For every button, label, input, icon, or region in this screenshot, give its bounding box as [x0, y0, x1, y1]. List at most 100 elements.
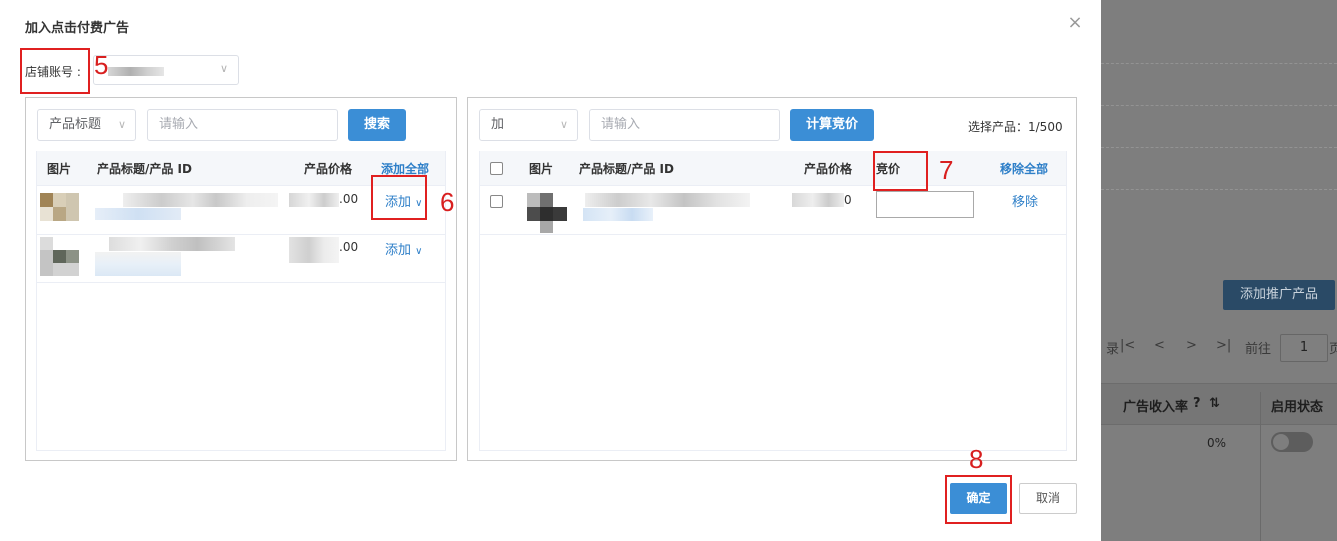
product-image [53, 250, 66, 263]
goto-page-input[interactable]: 1 [1280, 334, 1328, 362]
background-table-header: 广告收入率 ? ⇅ 启用状态 [1101, 383, 1337, 425]
product-image [66, 193, 79, 221]
background-column-separator [1260, 392, 1261, 541]
shop-account-label: 店铺账号 : [25, 65, 81, 79]
close-icon[interactable]: × [1064, 12, 1086, 34]
add-ppc-dialog: 加入点击付费广告 × 店铺账号 : ∨ 产品标题 ∨ 请输入 搜索 图片 产品标… [0, 0, 1101, 541]
annotation-number-8: 8 [969, 444, 984, 474]
product-id-blurred [95, 208, 181, 220]
search-button[interactable]: 搜索 [348, 109, 406, 141]
product-price-blurred [792, 193, 844, 207]
product-image [527, 193, 540, 207]
add-label: 添加 [385, 243, 412, 258]
product-price: .00 [339, 240, 359, 254]
product-search-panel: 产品标题 ∨ 请输入 搜索 图片 产品标题/产品 ID 产品价格 添加全部 .0… [25, 97, 457, 461]
product-price-blurred [289, 193, 339, 207]
product-price: 0 [844, 193, 852, 207]
sort-icon[interactable]: ⇅ [1209, 396, 1220, 411]
col-title: 产品标题/产品 ID [97, 162, 192, 176]
selected-count: 选择产品：1/500 [968, 120, 1063, 134]
chevron-down-icon: ∨ [219, 62, 228, 75]
add-promo-product-button[interactable]: 添加推广产品 [1223, 280, 1335, 310]
selected-table: 图片 产品标题/产品 ID 产品价格 竞价 移除全部 0 移除 [479, 151, 1067, 451]
add-all-button[interactable]: 添加全部 [381, 160, 429, 177]
chevron-down-icon: ∨ [415, 246, 423, 257]
table-row: .00 添加 ∨ [37, 234, 445, 283]
enable-toggle[interactable] [1271, 432, 1313, 452]
product-image [540, 207, 553, 221]
next-page-icon[interactable]: > [1186, 338, 1197, 353]
cancel-button[interactable]: 取消 [1019, 483, 1077, 514]
goto-label: 前往 [1245, 342, 1272, 357]
product-image [540, 221, 553, 233]
chevron-down-icon: ∨ [117, 118, 126, 131]
product-price-blurred [289, 237, 339, 263]
shop-account-value [108, 67, 164, 76]
first-page-icon[interactable]: |< [1120, 338, 1135, 353]
background-content [1101, 0, 1337, 541]
calculate-bid-button[interactable]: 计算竞价 [790, 109, 874, 141]
product-image [66, 250, 79, 263]
bid-operator-value: 加 [491, 117, 505, 132]
product-table: 图片 产品标题/产品 ID 产品价格 添加全部 .00 添加 ∨ .00 添加 … [36, 151, 446, 451]
background-divider [1101, 189, 1337, 190]
table-header: 图片 产品标题/产品 ID 产品价格 添加全部 [37, 151, 445, 186]
product-price: .00 [339, 192, 359, 206]
background-divider [1101, 147, 1337, 148]
prev-page-icon[interactable]: < [1154, 338, 1165, 353]
col-price: 产品价格 [804, 162, 853, 176]
chevron-down-icon: ∨ [559, 118, 568, 131]
product-image [527, 207, 540, 221]
select-all-checkbox[interactable] [490, 162, 503, 175]
shop-account-select[interactable]: ∨ [93, 55, 239, 85]
product-image [40, 237, 53, 250]
bid-operator-select[interactable]: 加 ∨ [479, 109, 578, 141]
table-row: 0 移除 [480, 186, 1066, 235]
annotation-number-6: 6 [440, 187, 455, 217]
product-title-blurred [585, 193, 750, 207]
page-suffix: 页 [1329, 342, 1337, 357]
bid-input[interactable] [876, 191, 974, 218]
product-image [53, 207, 66, 221]
search-input[interactable]: 请输入 [147, 109, 338, 141]
product-title-blurred [109, 237, 235, 251]
search-field-value: 产品标题 [49, 117, 102, 132]
chevron-down-icon: ∨ [415, 198, 423, 209]
product-image [40, 207, 53, 221]
add-product-link[interactable]: 添加 ∨ [385, 239, 422, 258]
product-image [553, 207, 567, 221]
product-image [40, 250, 53, 276]
product-image [53, 263, 79, 276]
remove-product-link[interactable]: 移除 [1012, 191, 1038, 210]
row-checkbox[interactable] [490, 195, 503, 208]
col-image: 图片 [529, 162, 554, 176]
background-divider [1101, 105, 1337, 106]
add-product-link[interactable]: 添加 ∨ [385, 191, 422, 210]
product-id-blurred [583, 208, 653, 221]
search-field-select[interactable]: 产品标题 ∨ [37, 109, 136, 141]
col-bid: 竞价 [876, 162, 901, 176]
col-enable-status: 启用状态 [1271, 400, 1324, 415]
annotation-number-5: 5 [94, 50, 109, 80]
ad-revenue-value: 0% [1207, 436, 1227, 450]
table-header: 图片 产品标题/产品 ID 产品价格 竞价 移除全部 [480, 151, 1066, 186]
product-title-blurred [123, 193, 278, 207]
confirm-button[interactable]: 确定 [950, 483, 1007, 514]
product-image [540, 193, 553, 207]
table-row: .00 添加 ∨ [37, 186, 445, 235]
col-price: 产品价格 [304, 162, 353, 176]
help-icon: ? [1193, 396, 1201, 411]
pagination: 录 |< < > >| 前往 1 页 [1106, 334, 1337, 362]
col-image: 图片 [47, 162, 72, 176]
add-label: 添加 [385, 195, 412, 210]
last-page-icon[interactable]: >| [1216, 338, 1231, 353]
col-ad-revenue: 广告收入率 [1123, 400, 1189, 415]
pager-ellipsis: 录 [1106, 342, 1120, 357]
product-id-blurred [95, 252, 181, 276]
annotation-number-7: 7 [939, 155, 954, 185]
col-title: 产品标题/产品 ID [579, 162, 674, 176]
bid-value-input[interactable]: 请输入 [589, 109, 780, 141]
remove-all-button[interactable]: 移除全部 [1000, 160, 1048, 177]
dialog-title: 加入点击付费广告 [25, 21, 130, 36]
product-image [53, 193, 66, 207]
